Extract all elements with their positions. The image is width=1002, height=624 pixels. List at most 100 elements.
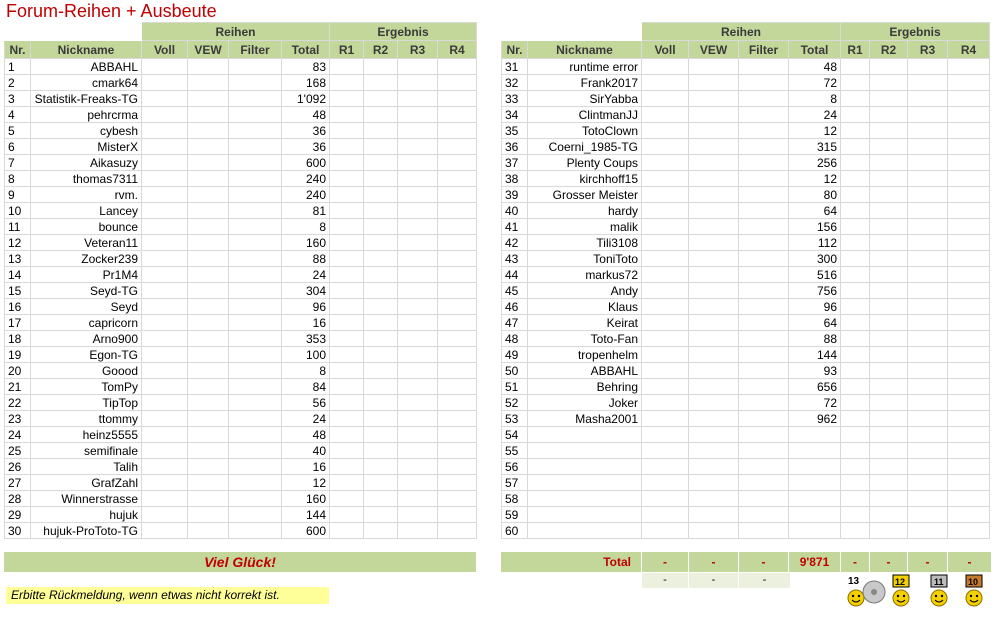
row-nickname: Keirat: [527, 314, 642, 331]
row-voll: [141, 474, 188, 491]
row-voll: [141, 362, 188, 379]
row-r1: [840, 490, 870, 507]
row-filter: [738, 506, 789, 523]
row-nickname: Masha2001: [527, 410, 642, 427]
col-header-vew: VEW: [688, 40, 739, 59]
table-row: 20 Goood 8: [4, 362, 477, 379]
row-vew: [187, 314, 229, 331]
row-nickname: Arno900: [30, 330, 142, 347]
table-row: 11 bounce 8: [4, 218, 477, 235]
total-r4: -: [948, 552, 992, 572]
row-r4: [947, 266, 990, 283]
row-total: 756: [788, 282, 841, 299]
row-r3: [397, 266, 438, 283]
row-r3: [397, 58, 438, 75]
table-row: 51 Behring 656: [501, 378, 990, 395]
table-row: 46 Klaus 96: [501, 298, 990, 315]
row-r4: [437, 202, 477, 219]
row-vew: [688, 330, 739, 347]
table-row: 38 kirchhoff15 12: [501, 170, 990, 187]
row-voll: [641, 410, 689, 427]
row-vew: [187, 410, 229, 427]
row-r4: [947, 170, 990, 187]
row-r4: [947, 234, 990, 251]
row-filter: [228, 170, 282, 187]
col-header-vew: VEW: [187, 40, 229, 59]
table-row: 50 ABBAHL 93: [501, 362, 990, 379]
row-voll: [641, 170, 689, 187]
row-filter: [738, 122, 789, 139]
row-r2: [363, 378, 398, 395]
col-header-total: Total: [281, 40, 330, 59]
row-total: 81: [281, 202, 330, 219]
row-r2: [869, 410, 908, 427]
row-r1: [329, 186, 364, 203]
row-total: 96: [788, 298, 841, 315]
row-total: [788, 506, 841, 523]
row-r2: [363, 154, 398, 171]
row-r1: [840, 522, 870, 539]
row-nr: 16: [4, 298, 31, 315]
row-r2: [869, 266, 908, 283]
group-header-ergebnis: Ergebnis: [840, 22, 990, 41]
row-voll: [641, 138, 689, 155]
total-filter: -: [739, 552, 789, 572]
row-filter: [738, 282, 789, 299]
row-filter: [228, 202, 282, 219]
row-voll: [141, 218, 188, 235]
total-vew: -: [689, 552, 739, 572]
row-r4: [437, 58, 477, 75]
row-vew: [187, 330, 229, 347]
row-r3: [907, 506, 948, 523]
row-total: 64: [788, 202, 841, 219]
table-row: 30 hujuk-ProToto-TG 600: [4, 522, 477, 539]
total-r1: -: [841, 552, 870, 572]
row-vew: [688, 522, 739, 539]
row-voll: [641, 490, 689, 507]
row-r2: [869, 458, 908, 475]
row-nr: 32: [501, 74, 528, 91]
total-r2: -: [870, 552, 908, 572]
row-filter: [738, 394, 789, 411]
row-total: 112: [788, 234, 841, 251]
row-vew: [187, 202, 229, 219]
row-r3: [397, 330, 438, 347]
row-r4: [437, 362, 477, 379]
row-voll: [141, 106, 188, 123]
row-filter: [228, 234, 282, 251]
table-row: 10 Lancey 81: [4, 202, 477, 219]
row-r4: [437, 74, 477, 91]
row-filter: [738, 138, 789, 155]
row-total: 168: [281, 74, 330, 91]
row-r2: [363, 362, 398, 379]
row-nr: 19: [4, 346, 31, 363]
row-r4: [437, 394, 477, 411]
row-r1: [840, 426, 870, 443]
row-r3: [397, 378, 438, 395]
row-r4: [947, 474, 990, 491]
row-r1: [840, 58, 870, 75]
row-filter: [228, 218, 282, 235]
row-r2: [363, 442, 398, 459]
row-r1: [840, 394, 870, 411]
row-vew: [688, 154, 739, 171]
row-r1: [329, 426, 364, 443]
row-total: 96: [281, 298, 330, 315]
table-row: 55: [501, 442, 990, 459]
row-total: 600: [281, 522, 330, 539]
row-r2: [363, 90, 398, 107]
row-r4: [437, 426, 477, 443]
row-r3: [907, 378, 948, 395]
row-r3: [397, 202, 438, 219]
subtotal-row: - - -: [642, 573, 791, 588]
row-vew: [688, 58, 739, 75]
row-r4: [437, 282, 477, 299]
row-r4: [947, 202, 990, 219]
row-r1: [840, 90, 870, 107]
row-r1: [329, 474, 364, 491]
row-vew: [187, 266, 229, 283]
row-filter: [738, 266, 789, 283]
row-nr: 53: [501, 410, 528, 427]
row-r4: [437, 138, 477, 155]
row-r4: [437, 154, 477, 171]
